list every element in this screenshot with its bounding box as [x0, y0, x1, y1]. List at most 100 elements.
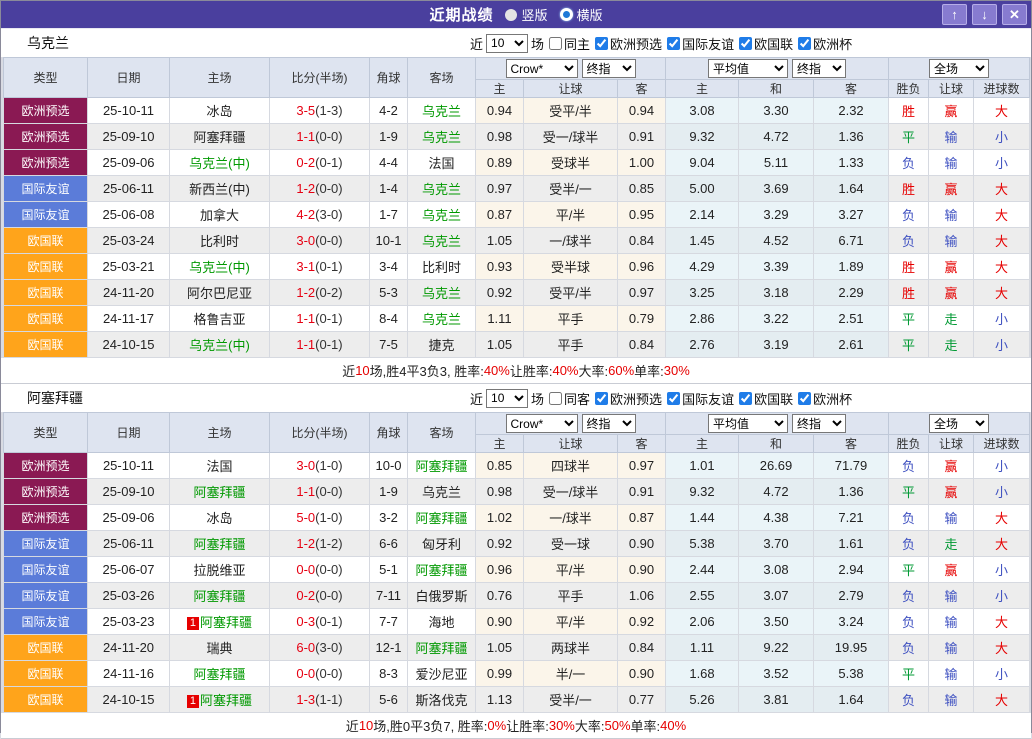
competition-checkbox-3[interactable] — [798, 37, 811, 50]
fulltime-score: 3-0 — [296, 233, 315, 248]
away-odds-cell: 0.92 — [618, 609, 666, 635]
handicap-result-cell: 赢 — [929, 176, 974, 202]
summary-segment: 40% — [484, 363, 510, 378]
goals-result-cell: 大 — [974, 531, 1030, 557]
competition-checkbox-1[interactable] — [667, 392, 680, 405]
header-row-top: 类型日期主场比分(半场)角球客场Crow*终指平均值终指全场 — [4, 58, 1030, 80]
average-select[interactable]: 平均值 — [708, 59, 788, 78]
column-header: 类型 — [4, 58, 88, 98]
away-team-cell: 乌克兰 — [408, 280, 476, 306]
home-team-cell: 1阿塞拜疆 — [170, 687, 270, 713]
table-row: 欧国联24-10-15乌克兰(中)1-1(0-1)7-5捷克1.05平手0.84… — [4, 332, 1030, 358]
scroll-down-button[interactable]: ↓ — [972, 4, 997, 25]
competition-checkbox-1[interactable] — [667, 37, 680, 50]
summary-segment: 30% — [549, 718, 575, 733]
home-team-cell: 阿塞拜疆 — [170, 124, 270, 150]
avg-home-cell: 2.06 — [666, 609, 739, 635]
table-row: 国际友谊25-03-231阿塞拜疆0-3(0-1)7-7海地0.90平/半0.9… — [4, 609, 1030, 635]
home-odds-cell: 0.98 — [476, 124, 524, 150]
avg-away-cell: 1.64 — [814, 687, 889, 713]
avg-home-cell: 1.11 — [666, 635, 739, 661]
match-count-select[interactable]: 10 — [486, 34, 528, 53]
avg-away-cell: 1.64 — [814, 176, 889, 202]
corners-cell: 7-7 — [370, 609, 408, 635]
halftime-score: (0-1) — [315, 311, 342, 326]
competition-checkbox-0[interactable] — [595, 37, 608, 50]
away-team-cell: 乌克兰 — [408, 98, 476, 124]
fulltime-score: 0-2 — [296, 588, 315, 603]
handicap-cell: 半/一 — [524, 661, 618, 687]
competition-checkbox-3[interactable] — [798, 392, 811, 405]
odds-company-select[interactable]: Crow* — [506, 414, 578, 433]
sub-column-header: 和 — [739, 435, 814, 453]
goals-result-cell: 大 — [974, 176, 1030, 202]
competition-checkbox-0[interactable] — [595, 392, 608, 405]
avg-stage-select[interactable]: 终指 — [792, 59, 846, 78]
halftime-score: (0-0) — [315, 588, 342, 603]
handicap-cell: 两球半 — [524, 635, 618, 661]
fulltime-score: 3-0 — [296, 458, 315, 473]
home-odds-cell: 1.05 — [476, 635, 524, 661]
column-header: 客场 — [408, 58, 476, 98]
scope-select[interactable]: 全场 — [929, 59, 989, 78]
competition-label: 欧洲预选 — [610, 34, 662, 53]
competition-type-badge: 欧国联 — [4, 306, 88, 332]
view-vertical-radio[interactable]: 竖版 — [493, 5, 547, 24]
corners-cell: 3-4 — [370, 254, 408, 280]
away-team-cell: 捷克 — [408, 332, 476, 358]
fulltime-score: 1-2 — [296, 536, 315, 551]
table-row: 欧洲预选25-09-10阿塞拜疆1-1(0-0)1-9乌克兰0.98受一/球半0… — [4, 479, 1030, 505]
competition-checkbox-2[interactable] — [739, 392, 752, 405]
section-summary: 近10场,胜0平3负7, 胜率:0% 让胜率:30% 大率:50% 单率:40% — [1, 713, 1031, 739]
handicap-result-cell: 赢 — [929, 557, 974, 583]
corners-cell: 10-0 — [370, 453, 408, 479]
avg-away-cell: 5.38 — [814, 661, 889, 687]
avg-home-cell: 1.45 — [666, 228, 739, 254]
result-cell: 负 — [889, 635, 929, 661]
competition-type-badge: 国际友谊 — [4, 202, 88, 228]
near-label: 近 — [470, 389, 483, 408]
sub-column-header: 让球 — [524, 80, 618, 98]
section-summary: 近10场,胜4平3负3, 胜率:40% 让胜率:40% 大率:60% 单率:30… — [1, 358, 1031, 384]
scope-select[interactable]: 全场 — [929, 414, 989, 433]
average-select[interactable]: 平均值 — [708, 414, 788, 433]
halftime-score: (0-0) — [315, 181, 342, 196]
away-team-cell: 乌克兰 — [408, 306, 476, 332]
goals-result-cell: 小 — [974, 124, 1030, 150]
home-team-cell: 冰岛 — [170, 98, 270, 124]
competition-type-badge: 欧洲预选 — [4, 98, 88, 124]
table-row: 欧国联24-11-20瑞典6-0(3-0)12-1阿塞拜疆1.05两球半0.84… — [4, 635, 1030, 661]
odds-company-select[interactable]: Crow* — [506, 59, 578, 78]
avg-away-cell: 1.36 — [814, 124, 889, 150]
avg-home-cell: 4.29 — [666, 254, 739, 280]
home-team-name: 阿塞拜疆 — [193, 130, 245, 145]
home-odds-cell: 1.05 — [476, 332, 524, 358]
sub-column-header: 胜负 — [889, 80, 929, 98]
odds-stage-select[interactable]: 终指 — [582, 414, 636, 433]
table-row: 欧洲预选25-09-06乌克兰(中)0-2(0-1)4-4法国0.89受球半1.… — [4, 150, 1030, 176]
score-cell: 3-5(1-3) — [270, 98, 370, 124]
scroll-up-button[interactable]: ↑ — [942, 4, 967, 25]
result-cell: 负 — [889, 687, 929, 713]
close-button[interactable]: ✕ — [1002, 4, 1027, 25]
same-venue-checkbox[interactable] — [549, 37, 562, 50]
handicap-result-cell: 赢 — [929, 280, 974, 306]
sub-column-header: 进球数 — [974, 435, 1030, 453]
filter-controls: 近10场同主欧洲预选国际友谊欧国联欧洲杯 — [469, 34, 853, 53]
goals-result-cell: 小 — [974, 661, 1030, 687]
avg-stage-select[interactable]: 终指 — [792, 414, 846, 433]
competition-label: 欧国联 — [754, 389, 793, 408]
competition-checkbox-2[interactable] — [739, 37, 752, 50]
scope-select-cell: 全场 — [889, 58, 1030, 80]
home-team-cell: 阿塞拜疆 — [170, 531, 270, 557]
avg-draw-cell: 26.69 — [739, 453, 814, 479]
team-name: 阿塞拜疆 — [27, 388, 83, 408]
view-horizontal-radio[interactable]: 横版 — [548, 5, 603, 24]
result-cell: 平 — [889, 479, 929, 505]
same-venue-checkbox[interactable] — [549, 392, 562, 405]
odds-selects-cell: Crow*终指 — [476, 58, 666, 80]
odds-stage-select[interactable]: 终指 — [582, 59, 636, 78]
handicap-result-cell: 走 — [929, 531, 974, 557]
away-team-cell: 比利时 — [408, 254, 476, 280]
match-count-select[interactable]: 10 — [486, 389, 528, 408]
